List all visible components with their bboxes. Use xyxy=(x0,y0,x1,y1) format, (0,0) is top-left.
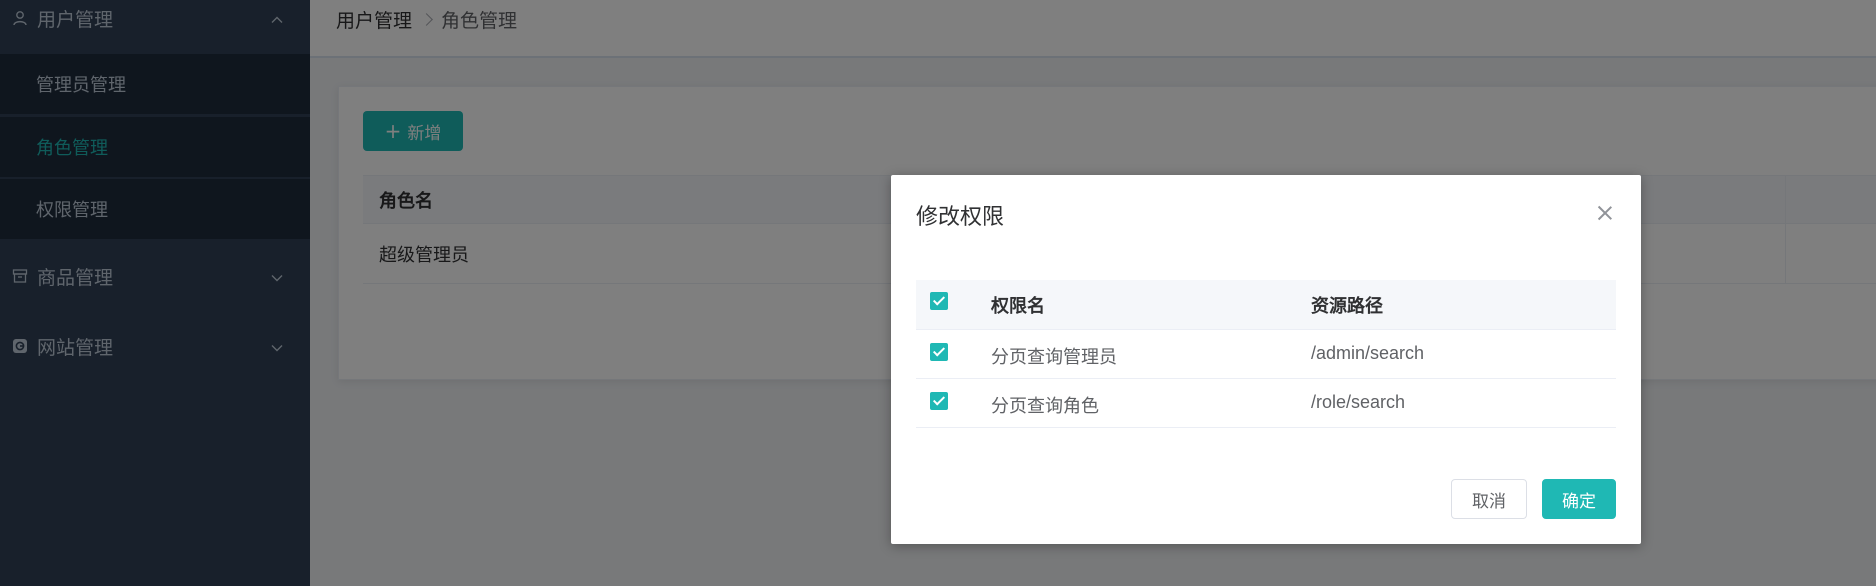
row-checkbox[interactable] xyxy=(930,392,948,410)
select-all-checkbox[interactable] xyxy=(930,292,948,310)
dialog-title: 修改权限 xyxy=(916,205,1005,230)
confirm-button[interactable]: 确定 xyxy=(1542,479,1616,519)
table-row[interactable]: 分页查询管理员 /admin/search xyxy=(916,330,1616,379)
row-checkbox[interactable] xyxy=(930,343,948,361)
permission-name-cell: 分页查询管理员 xyxy=(991,347,1117,368)
resource-path-cell: /role/search xyxy=(1311,392,1406,412)
resource-path-cell: /admin/search xyxy=(1311,343,1425,363)
permission-name-cell: 分页查询角色 xyxy=(991,396,1099,417)
column-header-resource-path: 资源路径 xyxy=(1311,296,1383,316)
cancel-button[interactable]: 取消 xyxy=(1451,479,1527,519)
table-row[interactable]: 分页查询角色 /role/search xyxy=(916,379,1616,428)
permission-table: 权限名 资源路径 分页查询管理员 /admin/search 分页查询角色 /r… xyxy=(916,280,1616,428)
close-icon[interactable] xyxy=(1597,205,1613,221)
column-header-permission-name: 权限名 xyxy=(991,296,1045,317)
table-header-row: 权限名 资源路径 xyxy=(916,280,1616,330)
edit-permissions-dialog: 修改权限 权限名 资源路径 分页查询管理员 /admin/search 分页查询… xyxy=(891,175,1641,544)
